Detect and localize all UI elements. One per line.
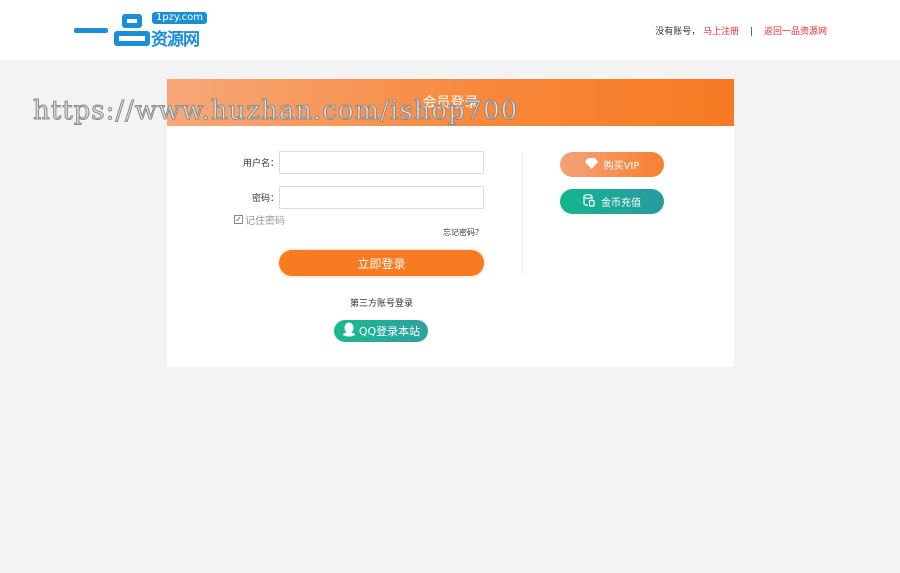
recharge-button[interactable]: 金币充值 bbox=[560, 189, 664, 214]
password-input[interactable] bbox=[279, 186, 484, 209]
register-link[interactable]: 马上注册 bbox=[703, 27, 739, 37]
coins-icon bbox=[583, 193, 595, 210]
recharge-label: 金币充值 bbox=[601, 198, 641, 209]
card-title: 会员登录 bbox=[167, 79, 734, 126]
back-home-link[interactable]: 返回一品资源网 bbox=[764, 27, 827, 37]
remember-label: 记住密码 bbox=[245, 216, 285, 227]
separator: | bbox=[750, 27, 754, 37]
qq-login-button[interactable]: QQ登录本站 bbox=[334, 320, 428, 342]
logo-domain: 1pzy.com bbox=[152, 12, 207, 24]
username-input[interactable] bbox=[279, 151, 484, 174]
logo[interactable]: 1pzy.com 资源网 bbox=[74, 12, 209, 50]
header: 1pzy.com 资源网 没有账号， 马上注册 | 返回一品资源网 bbox=[0, 0, 900, 60]
logo-mark bbox=[74, 28, 108, 33]
logo-text: 资源网 bbox=[151, 30, 200, 50]
password-row: 密码： bbox=[167, 186, 484, 209]
divider bbox=[522, 152, 523, 275]
forgot-password-link[interactable]: 忘记密码？ bbox=[443, 227, 483, 238]
diamond-icon bbox=[584, 157, 598, 172]
qq-icon bbox=[342, 322, 356, 340]
username-row: 用户名： bbox=[167, 151, 484, 174]
no-account-text: 没有账号， bbox=[655, 27, 701, 37]
checkbox-icon[interactable]: ✓ bbox=[234, 215, 243, 224]
qq-login-label: QQ登录本站 bbox=[358, 325, 421, 338]
third-party-label: 第三方账号登录 bbox=[350, 299, 414, 309]
buy-vip-label: 购买VIP bbox=[603, 161, 640, 172]
login-button[interactable]: 立即登录 bbox=[279, 250, 484, 276]
username-label: 用户名： bbox=[242, 159, 279, 169]
buy-vip-button[interactable]: 购买VIP bbox=[560, 152, 664, 177]
remember-checkbox[interactable]: ✓ 记住密码 bbox=[234, 212, 285, 227]
top-links: 没有账号， 马上注册 | 返回一品资源网 bbox=[655, 24, 827, 37]
login-card: 会员登录 用户名： 密码： ✓ 记住密码 忘记密码？ 立即登录 第三方账号登录 … bbox=[167, 79, 734, 367]
logo-glyph bbox=[114, 14, 150, 46]
password-label: 密码： bbox=[251, 194, 279, 204]
